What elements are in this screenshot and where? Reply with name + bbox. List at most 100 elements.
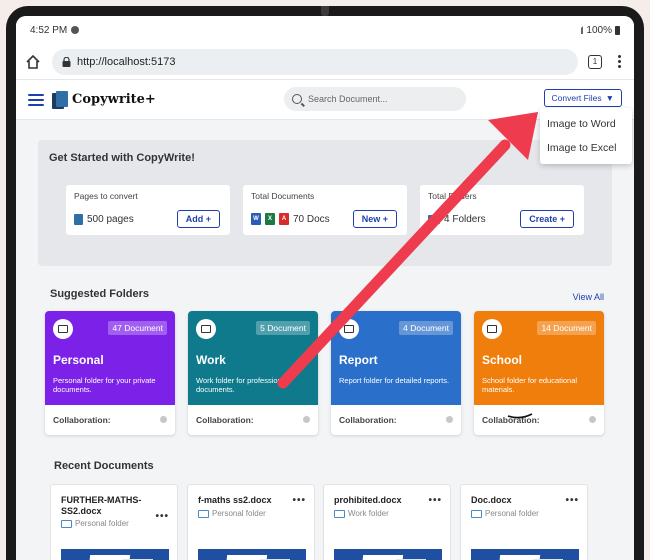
menu-item-image-to-excel[interactable]: Image to Excel (540, 136, 632, 160)
search-input[interactable]: Search Document... (284, 87, 466, 111)
address-bar[interactable]: http://localhost:5173 (52, 48, 578, 75)
collaboration-label: Collaboration: (196, 415, 254, 425)
add-pages-button[interactable]: Add + (176, 210, 220, 228)
word-icon: W (251, 213, 261, 225)
folder-collaboration: Collaboration: (45, 405, 175, 435)
pages-value: 500 pages (87, 214, 134, 225)
folder-card-report[interactable]: 4 Document Report Report folder for deta… (331, 311, 461, 435)
battery-icon (615, 25, 620, 35)
folders-label: Total Folders (428, 191, 477, 201)
pdf-icon: A (279, 213, 289, 225)
doc-more-icon[interactable]: ••• (155, 511, 169, 522)
doc-folder-name: Personal folder (485, 509, 539, 518)
pages-card: Pages to convert 500 pages Add + (66, 185, 230, 235)
create-folder-button[interactable]: Create + (520, 210, 574, 228)
doc-thumbnail (471, 549, 579, 560)
status-bar: 4:52 PM 100% (16, 16, 634, 44)
device-hinge (321, 6, 329, 16)
doc-more-icon[interactable]: ••• (292, 495, 306, 506)
doc-more-icon[interactable]: ••• (565, 495, 579, 506)
lock-icon (62, 56, 71, 67)
notification-icon (71, 26, 80, 34)
folder-icon (196, 319, 216, 339)
url-text: http://localhost:5173 (77, 55, 176, 68)
folder-collaboration: Collaboration: (331, 405, 461, 435)
status-right: 100% (575, 25, 620, 36)
menu-item-image-to-word[interactable]: Image to Word (540, 112, 632, 136)
folder-collaboration: Collaboration: (188, 405, 318, 435)
folder-outline-icon (471, 509, 482, 518)
folder-icon (339, 319, 359, 339)
folder-card-work[interactable]: 5 Document Work Work folder for professi… (188, 311, 318, 435)
doc-folder: Personal folder (198, 509, 266, 518)
get-started-title: Get Started with CopyWrite! (49, 152, 195, 164)
folder-description: Work folder for professional documents. (196, 376, 288, 394)
folder-card-personal[interactable]: 47 Document Personal Personal folder for… (45, 311, 175, 435)
folder-icon (428, 215, 440, 224)
screen: 4:52 PM 100% http://localhost:5173 1 Cop… (16, 16, 634, 560)
new-document-button[interactable]: New + (352, 210, 397, 228)
folder-count-badge: 47 Document (108, 321, 167, 335)
logo[interactable]: Copywrite+ (52, 90, 156, 109)
collaboration-status-dot (446, 416, 453, 423)
folder-count-badge: 5 Document (256, 321, 310, 335)
collaboration-label: Collaboration: (53, 415, 111, 425)
recent-doc-card[interactable]: f-maths ss2.docx ••• Personal folder (187, 484, 315, 560)
doc-name: FURTHER-MATHS-SS2.docx (61, 495, 142, 516)
signal-icon (575, 26, 584, 34)
search-icon (292, 94, 302, 104)
doc-name: Doc.docx (471, 495, 512, 505)
doc-thumbnail (198, 549, 306, 560)
browser-menu-icon[interactable] (612, 55, 626, 68)
chevron-down-icon: ▼ (605, 93, 614, 103)
collaboration-label: Collaboration: (482, 415, 540, 425)
recent-doc-card[interactable]: prohibited.docx ••• Work folder (323, 484, 451, 560)
folder-outline-icon (61, 519, 72, 528)
collaboration-status-dot (160, 416, 167, 423)
folder-name: Work (196, 353, 226, 367)
device-frame: 4:52 PM 100% http://localhost:5173 1 Cop… (0, 0, 650, 560)
documents-card: Total Documents W X A 70 Docs New + (243, 185, 407, 235)
convert-files-label: Convert Files (551, 93, 602, 103)
pages-value-group: 500 pages (74, 214, 134, 225)
view-all-link[interactable]: View All (573, 292, 604, 302)
home-icon[interactable] (24, 53, 42, 71)
convert-files-button[interactable]: Convert Files ▼ (543, 89, 622, 107)
logo-icon (52, 90, 68, 109)
folder-name: School (482, 353, 523, 367)
folder-description: Personal folder for your private documen… (53, 376, 156, 394)
folders-value: 4 Folders (444, 214, 486, 225)
folder-count-badge: 4 Document (399, 321, 453, 335)
folder-description: Report folder for detailed reports. (339, 376, 450, 385)
doc-folder-name: Personal folder (212, 509, 266, 518)
folder-card-header: 4 Document Report Report folder for deta… (331, 311, 461, 405)
get-started-panel: Get Started with CopyWrite! Pages to con… (38, 140, 612, 266)
folder-icon (53, 319, 73, 339)
doc-folder: Personal folder (471, 509, 539, 518)
convert-files-menu: Image to Word Image to Excel (540, 108, 632, 164)
doc-folder: Work folder (334, 509, 389, 518)
doc-folder-name: Personal folder (75, 519, 129, 528)
doc-folder: Personal folder (61, 519, 129, 528)
doc-more-icon[interactable]: ••• (428, 495, 442, 506)
doc-folder-name: Work folder (348, 509, 389, 518)
doc-name: prohibited.docx (334, 495, 402, 505)
doc-thumbnail (334, 549, 442, 560)
folder-card-header: 5 Document Work Work folder for professi… (188, 311, 318, 405)
suggested-folders-title: Suggested Folders (50, 288, 150, 300)
excel-icon: X (265, 213, 275, 225)
collaboration-status-dot (303, 416, 310, 423)
search-placeholder: Search Document... (308, 94, 388, 104)
hamburger-menu-icon[interactable] (28, 93, 44, 106)
folder-collaboration: Collaboration: (474, 405, 604, 435)
folders-value-group: 4 Folders (428, 214, 486, 225)
collaboration-label: Collaboration: (339, 415, 397, 425)
folder-card-header: 47 Document Personal Personal folder for… (45, 311, 175, 405)
tabs-button[interactable]: 1 (588, 54, 602, 69)
recent-doc-card[interactable]: FURTHER-MATHS-SS2.docx ••• Personal fold… (50, 484, 178, 560)
folder-card-school[interactable]: 14 Document School School folder for edu… (474, 311, 604, 435)
battery-percent: 100% (586, 24, 612, 36)
recent-doc-card[interactable]: Doc.docx ••• Personal folder (460, 484, 588, 560)
folder-outline-icon (334, 509, 345, 518)
doc-name: f-maths ss2.docx (198, 495, 272, 505)
